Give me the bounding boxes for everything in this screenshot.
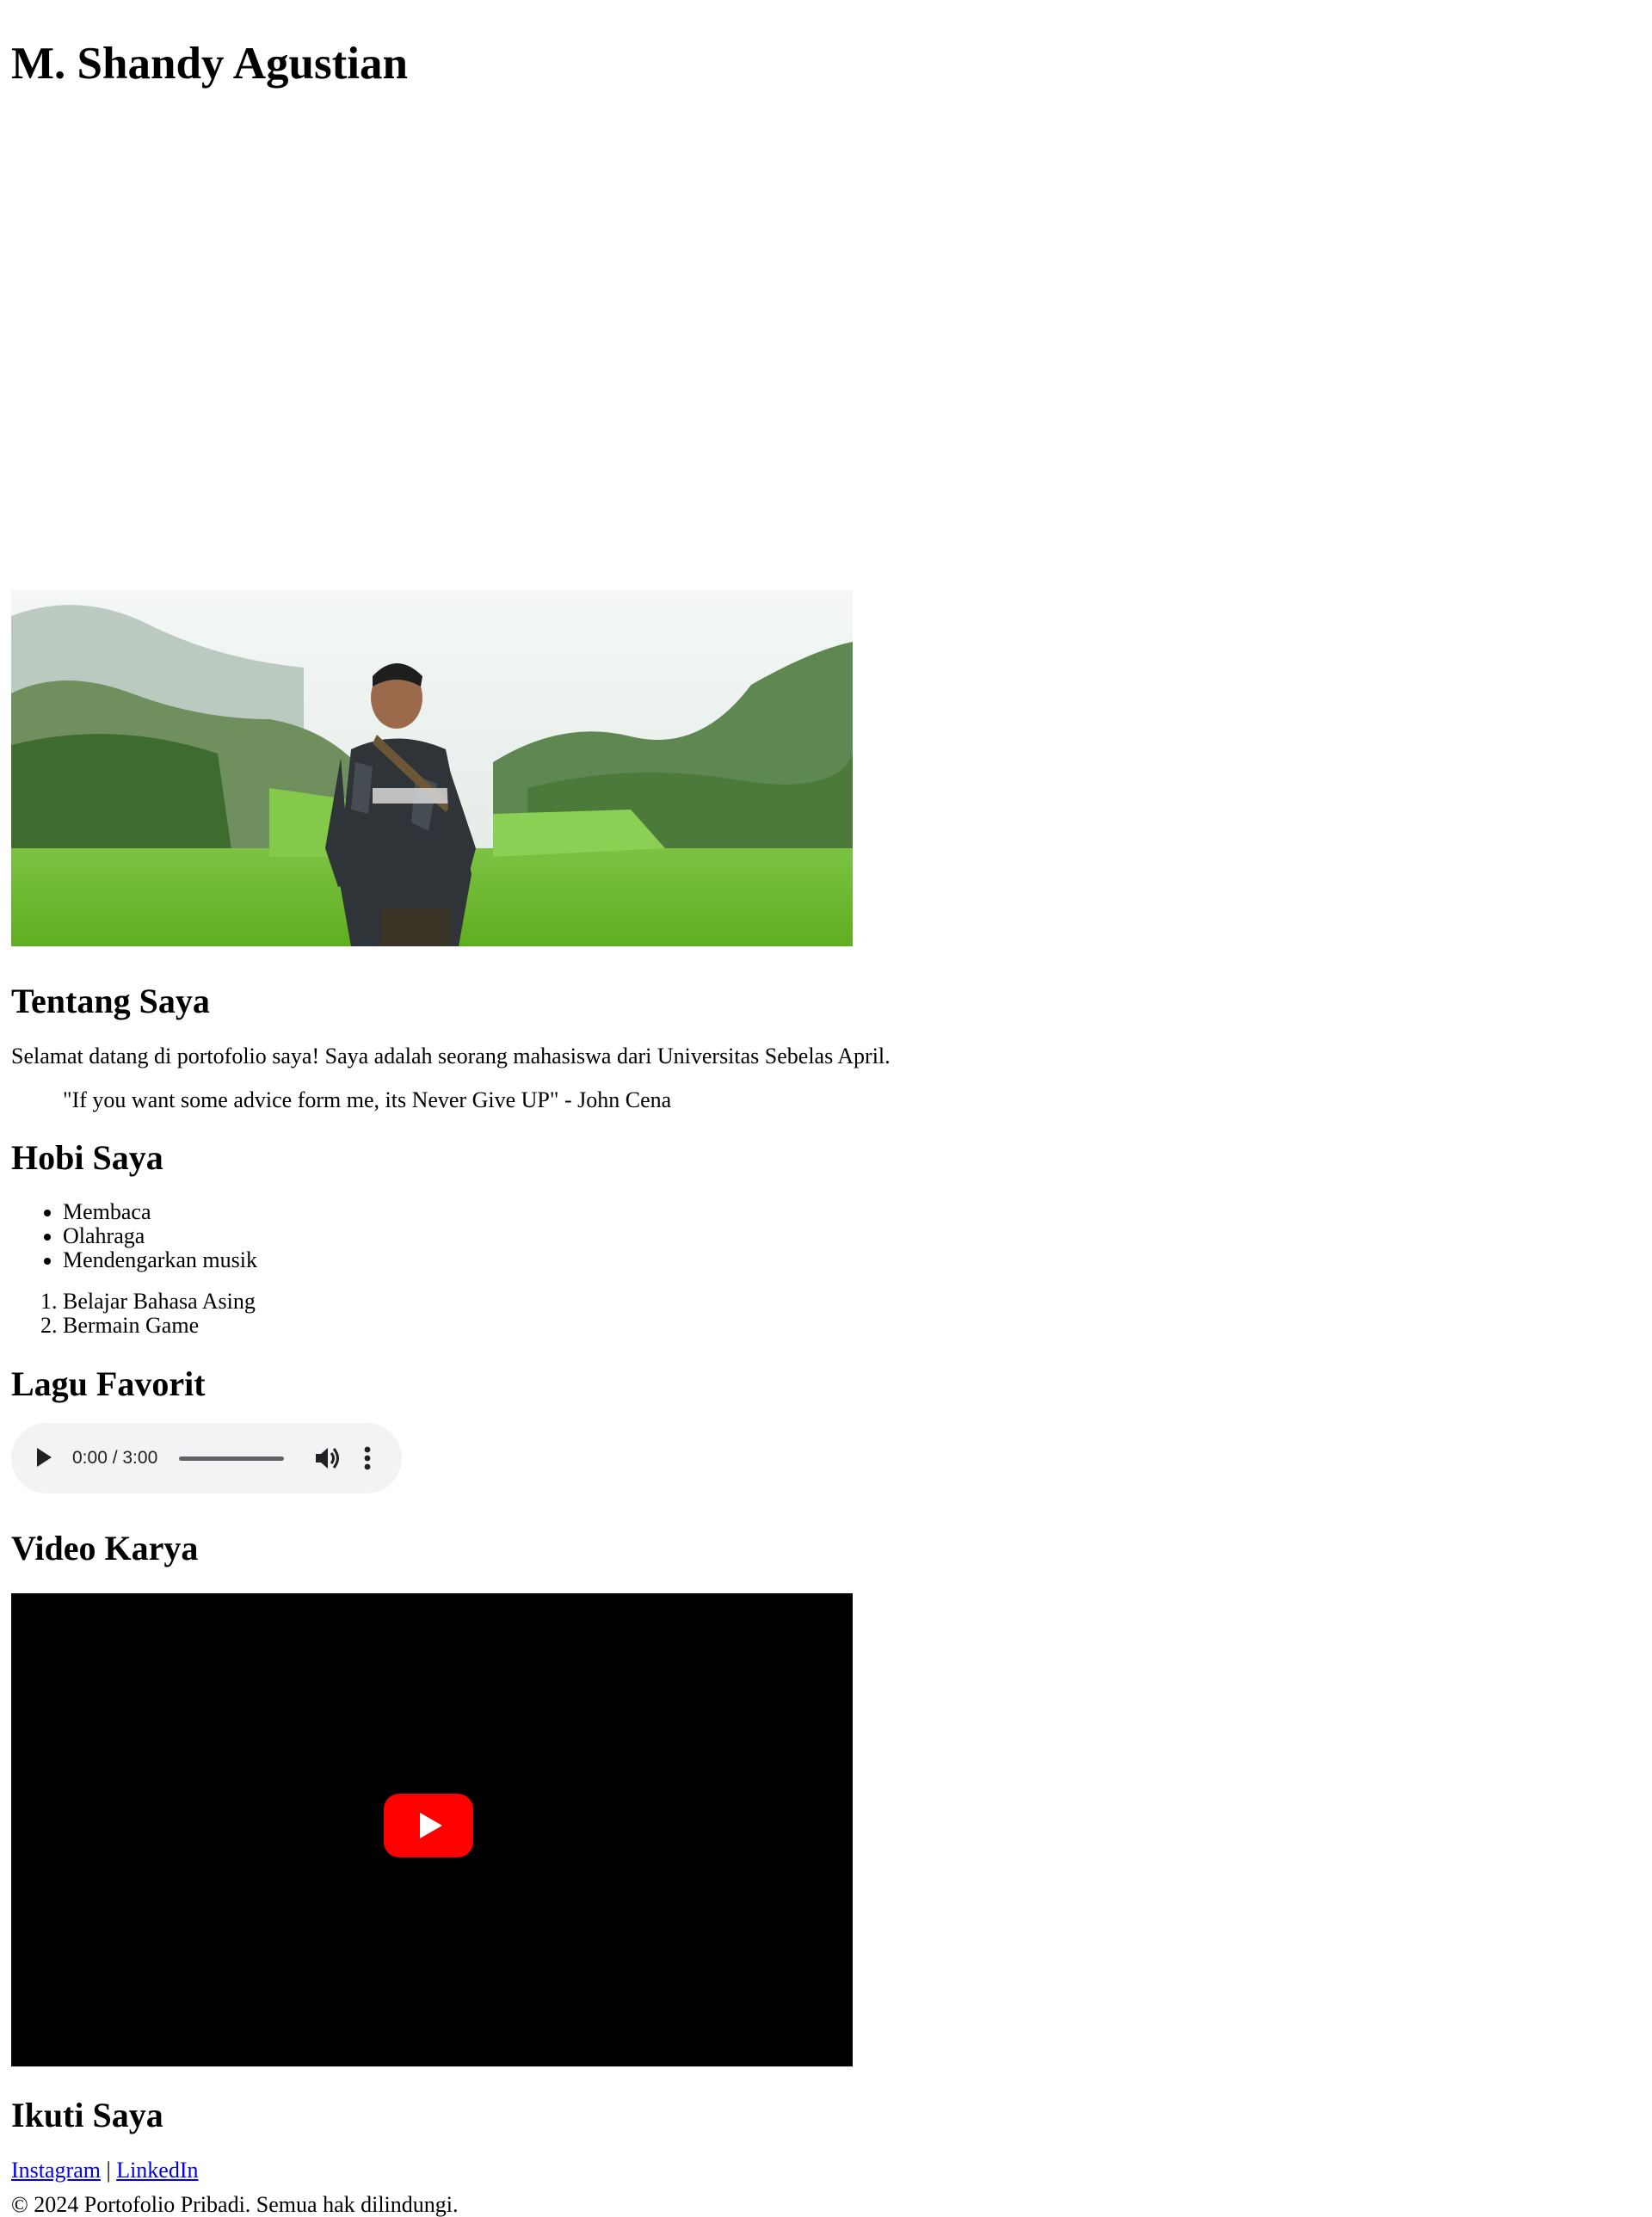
about-quote: "If you want some advice form me, its Ne… [63, 1087, 672, 1112]
list-item: Bermain Game [63, 1314, 256, 1338]
social-links: Instagram | LinkedIn [11, 2158, 199, 2183]
video-heading: Video Karya [11, 1529, 199, 1567]
hobbies-heading: Hobi Saya [11, 1138, 163, 1177]
linkedin-link[interactable]: LinkedIn [116, 2158, 198, 2183]
link-separator: | [106, 2158, 111, 2183]
audio-progress-slider[interactable] [179, 1456, 284, 1461]
profile-photo [11, 590, 853, 946]
hobbies-bullet-list: Membaca Olahraga Mendengarkan musik [11, 1200, 257, 1272]
list-item: Membaca [63, 1200, 257, 1224]
more-options-icon[interactable] [364, 1446, 371, 1470]
footer-copyright: © 2024 Portofolio Pribadi. Semua hak dil… [11, 2192, 459, 2217]
youtube-play-icon[interactable] [384, 1794, 473, 1857]
list-item: Belajar Bahasa Asing [63, 1290, 256, 1314]
page-title: M. Shandy Agustian [11, 39, 408, 89]
audio-time: 0:00 / 3:00 [72, 1448, 158, 1468]
list-item: Olahraga [63, 1224, 257, 1248]
list-item: Mendengarkan musik [63, 1248, 257, 1272]
song-heading: Lagu Favorit [11, 1364, 206, 1403]
about-heading: Tentang Saya [11, 982, 210, 1020]
play-icon[interactable] [37, 1448, 52, 1467]
hobbies-numbered-list: Belajar Bahasa Asing Bermain Game [11, 1290, 256, 1338]
volume-icon[interactable] [314, 1446, 340, 1470]
about-paragraph: Selamat datang di portofolio saya! Saya … [11, 1044, 891, 1068]
instagram-link[interactable]: Instagram [11, 2158, 101, 2183]
follow-heading: Ikuti Saya [11, 2096, 163, 2134]
audio-player[interactable]: 0:00 / 3:00 [11, 1423, 402, 1493]
video-embed[interactable] [11, 1593, 853, 2066]
